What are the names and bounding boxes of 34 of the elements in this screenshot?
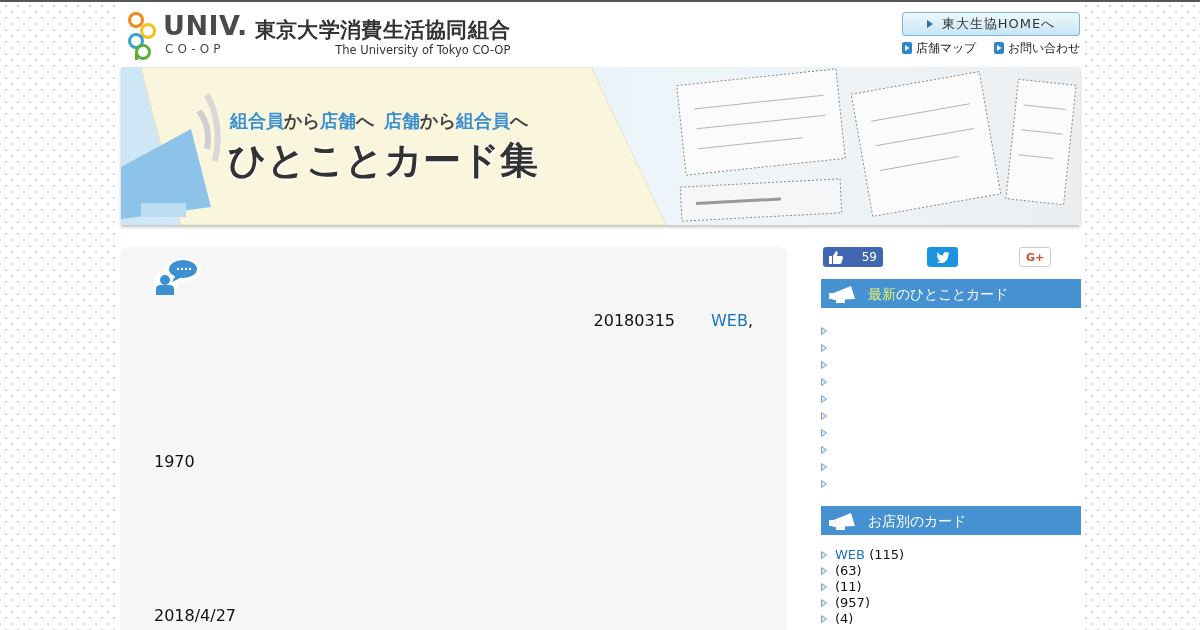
triangle-icon [926, 20, 933, 28]
post-meta: 20180315 WEB, [592, 310, 753, 332]
logo-wordmark: UNIV. [163, 12, 248, 40]
banner-subtitle: 組合員から店舗へ [230, 109, 374, 133]
banner-title: ひとことカード集 [228, 137, 538, 183]
shop-entry: (11) [835, 579, 862, 595]
posted-date: 2018/4/27 [154, 605, 237, 627]
logo-subtitle: CO-OP [165, 42, 226, 56]
bird-icon [935, 251, 950, 263]
like-button[interactable]: 59 [823, 247, 883, 267]
shop-entry: (957) [835, 595, 870, 611]
megaphone-icon [829, 511, 857, 530]
rings-logo-icon [127, 12, 157, 60]
year-text: 1970 [154, 451, 195, 473]
share-button[interactable]: G+ [1019, 247, 1051, 267]
thumbs-up-icon [829, 250, 843, 264]
share-button[interactable] [927, 247, 958, 267]
section-title: お店別のカード [868, 511, 966, 530]
organization-name: 東京大学消費生活協同組合 [254, 18, 511, 42]
person-speech-icon [154, 257, 202, 297]
arrow-square-icon [994, 42, 1004, 54]
header-link[interactable]: 店舗マップ [902, 40, 976, 56]
shop-link[interactable]: WEB [711, 311, 748, 330]
banner-subtitle: 店舗から組合員へ [384, 109, 528, 133]
header-link[interactable]: お問い合わせ [994, 40, 1080, 56]
shop-entry: WEB (115) [835, 547, 905, 563]
shop-entry: (4) [835, 611, 854, 627]
organization-name-english: The University of Tokyo CO-OP [335, 43, 511, 57]
shop-entry: (63) [835, 563, 862, 579]
section-title: 最新のひとことカード [868, 284, 1008, 303]
megaphone-icon [829, 284, 857, 303]
shop-link[interactable]: WEB [835, 547, 865, 562]
arrow-square-icon [902, 42, 912, 54]
home-button[interactable]: 東大生協HOMEへ [902, 12, 1080, 36]
